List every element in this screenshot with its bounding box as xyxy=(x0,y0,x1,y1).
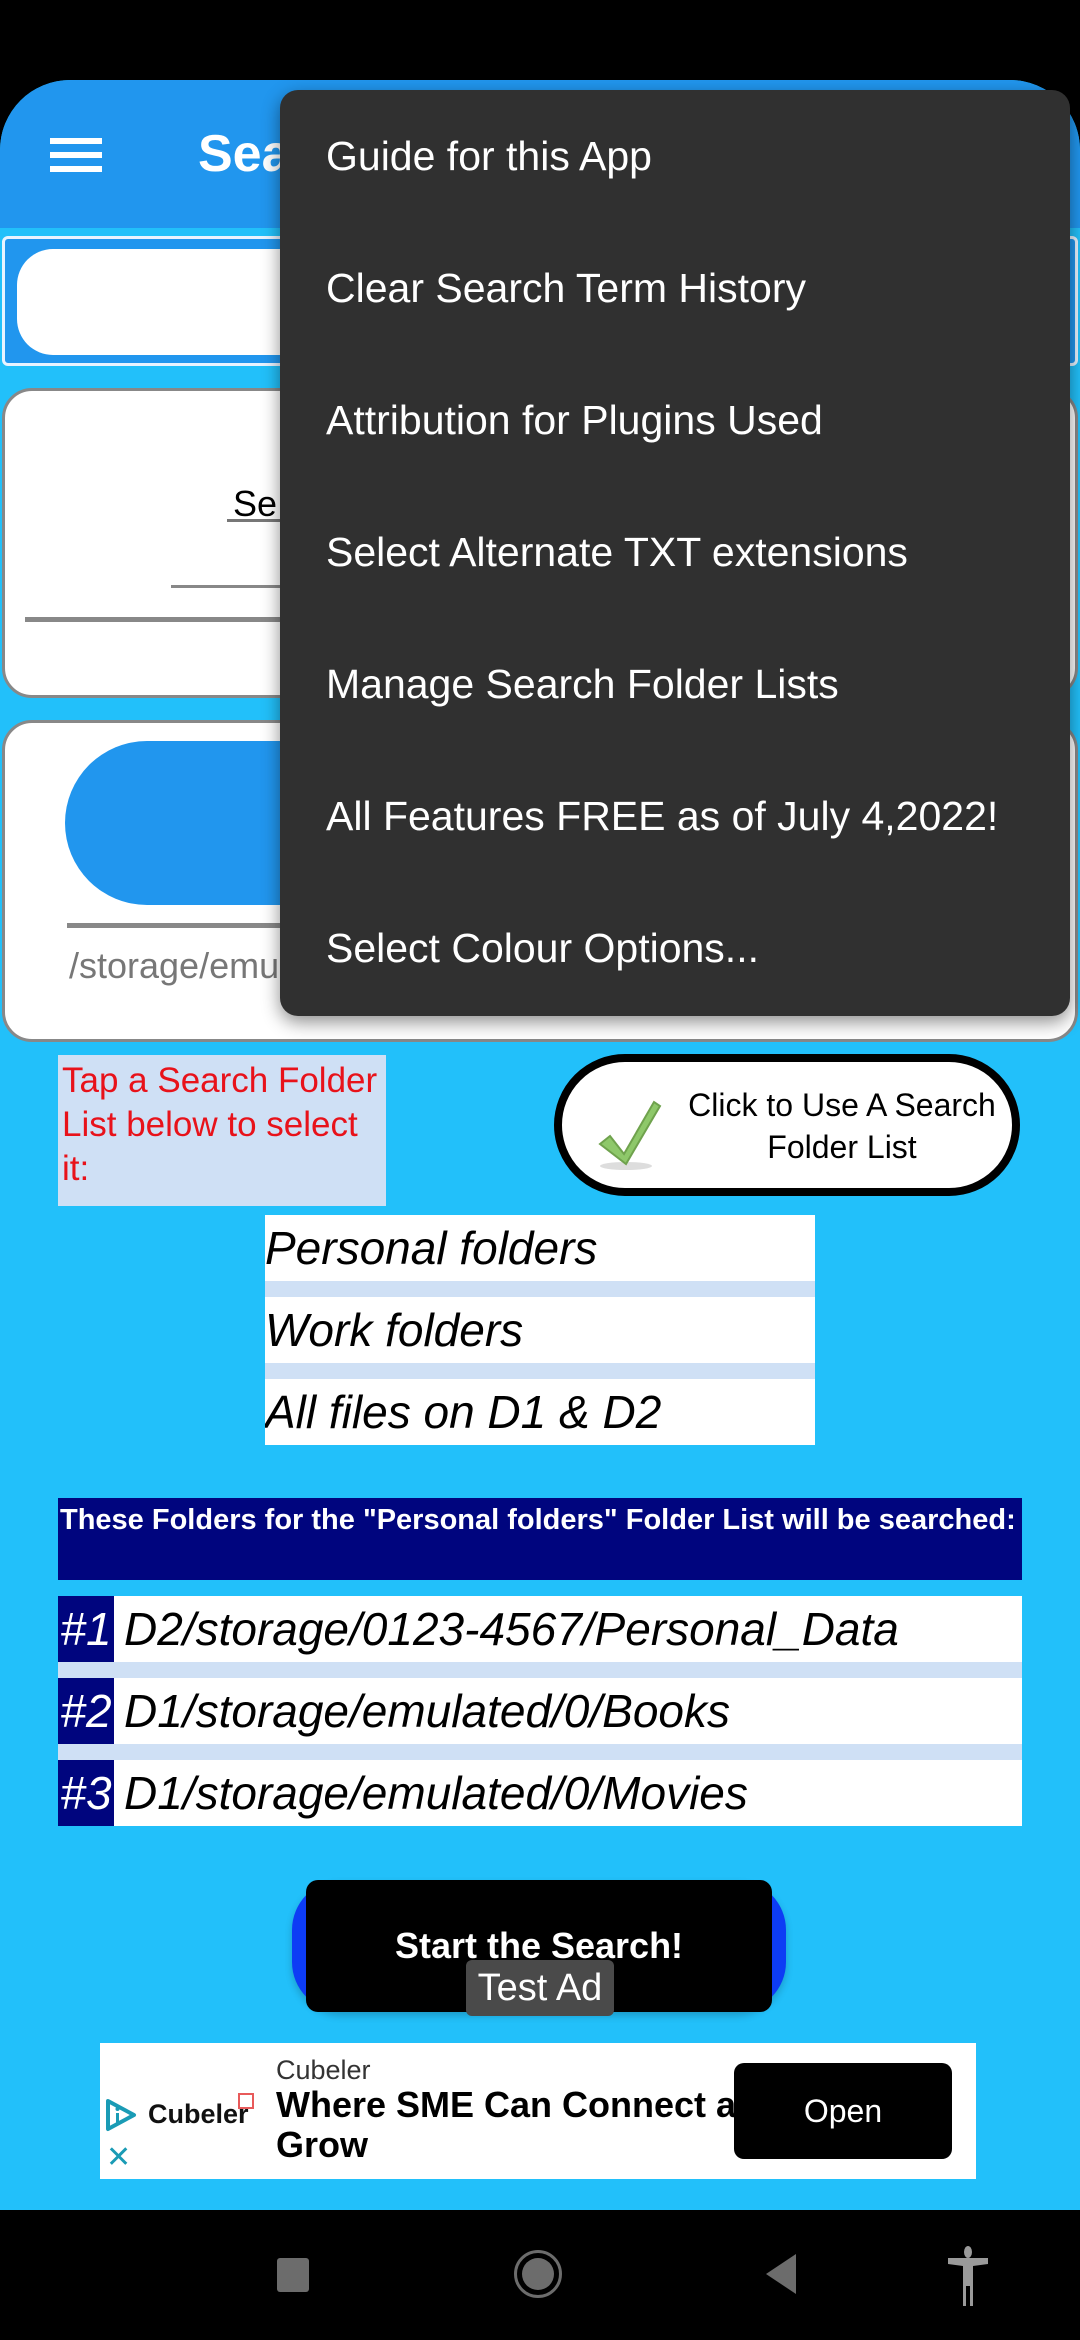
ad-logo-text: Cubeler xyxy=(148,2099,249,2129)
use-folder-list-label: Click to Use A Search Folder List xyxy=(688,1087,996,1165)
ad-open-button[interactable]: Open xyxy=(734,2063,952,2159)
hamburger-icon[interactable] xyxy=(50,138,102,172)
ad-advertiser: Cubeler xyxy=(276,2055,371,2085)
test-ad-badge: Test Ad xyxy=(466,1960,614,2016)
ad-banner[interactable]: Cubeler ✕ Cubeler Where SME Can Connect … xyxy=(100,2043,976,2179)
folder-row: #2 D1/storage/emulated/0/Books xyxy=(58,1678,1022,1744)
searched-folders-list: #1 D2/storage/0123-4567/Personal_Data #2… xyxy=(58,1596,1022,1826)
folder-path-text: D1/storage/emulated/0/Books xyxy=(124,1685,731,1737)
menu-item-guide[interactable]: Guide for this App xyxy=(280,90,1070,222)
folder-row: #1 D2/storage/0123-4567/Personal_Data xyxy=(58,1596,1022,1662)
menu-item-manage-folder-lists[interactable]: Manage Search Folder Lists xyxy=(280,618,1070,750)
ad-logo-badge-icon xyxy=(238,2093,254,2109)
folder-path-text: D2/storage/0123-4567/Personal_Data xyxy=(124,1603,899,1655)
menu-item-txt-extensions[interactable]: Select Alternate TXT extensions xyxy=(280,486,1070,618)
accessibility-icon[interactable] xyxy=(946,2246,990,2306)
overflow-menu: Guide for this App Clear Search Term His… xyxy=(280,90,1070,1016)
folder-path: /storage/emu xyxy=(69,945,280,986)
folder-list-picker: Personal folders Work folders All files … xyxy=(265,1215,815,1445)
use-folder-list-button[interactable]: Click to Use A Search Folder List xyxy=(554,1054,1020,1196)
menu-item-colour-options[interactable]: Select Colour Options... xyxy=(280,882,1070,1014)
folder-list-item[interactable]: Work folders xyxy=(265,1297,815,1363)
folder-list-item[interactable]: All files on D1 & D2 xyxy=(265,1379,815,1445)
folder-list-item[interactable]: Personal folders xyxy=(265,1215,815,1281)
searched-folders-header: These Folders for the "Personal folders"… xyxy=(58,1498,1022,1580)
recents-icon[interactable] xyxy=(277,2258,309,2292)
folder-row: #3 D1/storage/emulated/0/Movies xyxy=(58,1760,1022,1826)
checkmark-icon xyxy=(598,1100,662,1170)
menu-item-features-free[interactable]: All Features FREE as of July 4,2022! xyxy=(280,750,1070,882)
folder-path-text: D1/storage/emulated/0/Movies xyxy=(124,1767,748,1819)
folder-number: #2 xyxy=(58,1678,114,1744)
folder-number: #1 xyxy=(58,1596,114,1662)
home-icon[interactable] xyxy=(514,2250,562,2298)
menu-item-attribution[interactable]: Attribution for Plugins Used xyxy=(280,354,1070,486)
tap-instruction: Tap a Search Folder List below to select… xyxy=(58,1055,386,1206)
menu-item-clear-history[interactable]: Clear Search Term History xyxy=(280,222,1070,354)
back-icon[interactable] xyxy=(766,2254,796,2294)
folder-number: #3 xyxy=(58,1760,114,1826)
system-nav-bar xyxy=(0,2210,1080,2340)
ad-close-icon[interactable]: ✕ xyxy=(106,2143,131,2173)
ad-logo-icon xyxy=(106,2099,136,2131)
